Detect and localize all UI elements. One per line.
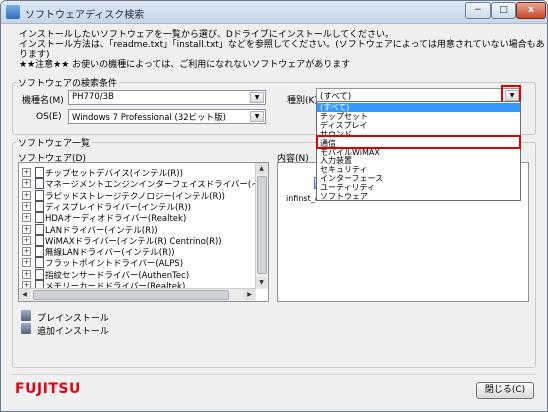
expand-plus-icon[interactable]: + xyxy=(22,258,31,268)
footer-separator xyxy=(12,374,536,375)
preinstall-icon xyxy=(21,310,31,321)
preinstall-label: プレインストール xyxy=(37,314,109,324)
scroll-right-icon[interactable]: ▶ xyxy=(244,289,255,300)
maximize-button[interactable]: □ xyxy=(491,2,516,19)
dropdown-option[interactable]: (すべて) xyxy=(317,103,520,112)
expand-plus-icon[interactable]: + xyxy=(22,269,31,279)
model-label: 機種名(M) xyxy=(22,96,64,106)
model-combo[interactable]: PH770/3B ▼ xyxy=(68,90,266,105)
search-conditions-legend: ソフトウェアの検索条件 xyxy=(16,76,120,89)
os-label: OS(E) xyxy=(36,112,62,122)
chevron-down-icon[interactable]: ▼ xyxy=(250,111,264,122)
expand-plus-icon[interactable]: + xyxy=(22,213,31,223)
intro-line-2: インストール方法は、「readme.txt」「install.txt」などを参照… xyxy=(19,40,545,60)
expand-plus-icon[interactable]: + xyxy=(22,190,31,200)
intro-text: インストールしたいソフトウェアを一覧から選び、Dドライブにインストールしてくださ… xyxy=(19,30,547,70)
expand-plus-icon[interactable]: + xyxy=(22,235,31,245)
dropdown-option[interactable]: インターフェース xyxy=(317,174,520,183)
dropdown-option[interactable]: ソフトウェア xyxy=(317,192,520,201)
category-combo[interactable]: (すべて) ▼ xyxy=(316,88,521,102)
dropdown-option[interactable]: 入力装置 xyxy=(317,156,520,165)
minimize-button[interactable]: − xyxy=(465,2,491,19)
os-combo[interactable]: Windows 7 Professional (32ビット版) ▼ xyxy=(68,109,266,124)
scroll-down-icon[interactable]: ▼ xyxy=(256,277,267,288)
intro-line-1: インストールしたいソフトウェアを一覧から選び、Dドライブにインストールしてくださ… xyxy=(19,30,395,40)
software-list-legend: ソフトウェア一覧 xyxy=(16,136,93,149)
add-install-label: 追加インストール xyxy=(37,327,109,337)
dropdown-option[interactable]: ユーティリティ xyxy=(317,183,520,192)
fujitsu-logo: FUJITSU xyxy=(15,381,81,397)
title-bar: ソフトウェアディスク検索 − □ x xyxy=(1,1,547,24)
window-title: ソフトウェアディスク検索 xyxy=(25,10,145,21)
horizontal-scroll-thumb[interactable] xyxy=(33,290,229,300)
expand-plus-icon[interactable]: + xyxy=(22,247,31,257)
intro-line-3: ★★注意★★ お使いの機種によっては、ご利用になれないソフトウェアがあります xyxy=(19,60,351,70)
software-tree[interactable]: + チップセットデバイス(インテル(R)) + マネージメントエンジンインターフェイス… xyxy=(18,162,269,302)
app-icon xyxy=(6,5,20,19)
horizontal-scrollbar[interactable]: ◀ ▶ xyxy=(19,288,256,301)
vertical-scroll-thumb[interactable] xyxy=(257,176,267,274)
scroll-left-icon[interactable]: ◀ xyxy=(19,289,30,300)
highlight-communication-option xyxy=(316,135,521,149)
category-label: 種別(K) xyxy=(287,96,318,106)
software-disc-search-window: ソフトウェアディスク検索 − □ x インストールしたいソフトウェアを一覧から選… xyxy=(0,0,548,412)
category-dropdown-list[interactable]: (すべて) チップセット ディスプレイ サウンド 通信 モバイルWiMAX 入力装置 セキュリ… xyxy=(316,101,521,201)
os-value: Windows 7 Professional (32ビット版) xyxy=(72,113,226,123)
scroll-up-icon[interactable]: ▲ xyxy=(256,163,267,174)
dropdown-option[interactable]: ディスプレイ xyxy=(317,121,520,130)
close-window-button[interactable]: x xyxy=(516,2,546,19)
vertical-scrollbar[interactable]: ▲ ▼ xyxy=(255,163,268,289)
chevron-down-icon[interactable]: ▼ xyxy=(250,92,264,103)
model-value: PH770/3B xyxy=(72,92,114,102)
dropdown-option[interactable]: チップセット xyxy=(317,112,520,121)
expand-plus-icon[interactable]: + xyxy=(22,224,31,234)
add-install-icon xyxy=(21,323,31,334)
close-button[interactable]: 閉じる(C) xyxy=(476,382,534,399)
dropdown-option[interactable]: セキュリティ xyxy=(317,165,520,174)
expand-plus-icon[interactable]: + xyxy=(22,168,31,177)
expand-plus-icon[interactable]: + xyxy=(22,179,31,189)
expand-plus-icon[interactable]: + xyxy=(22,201,31,211)
